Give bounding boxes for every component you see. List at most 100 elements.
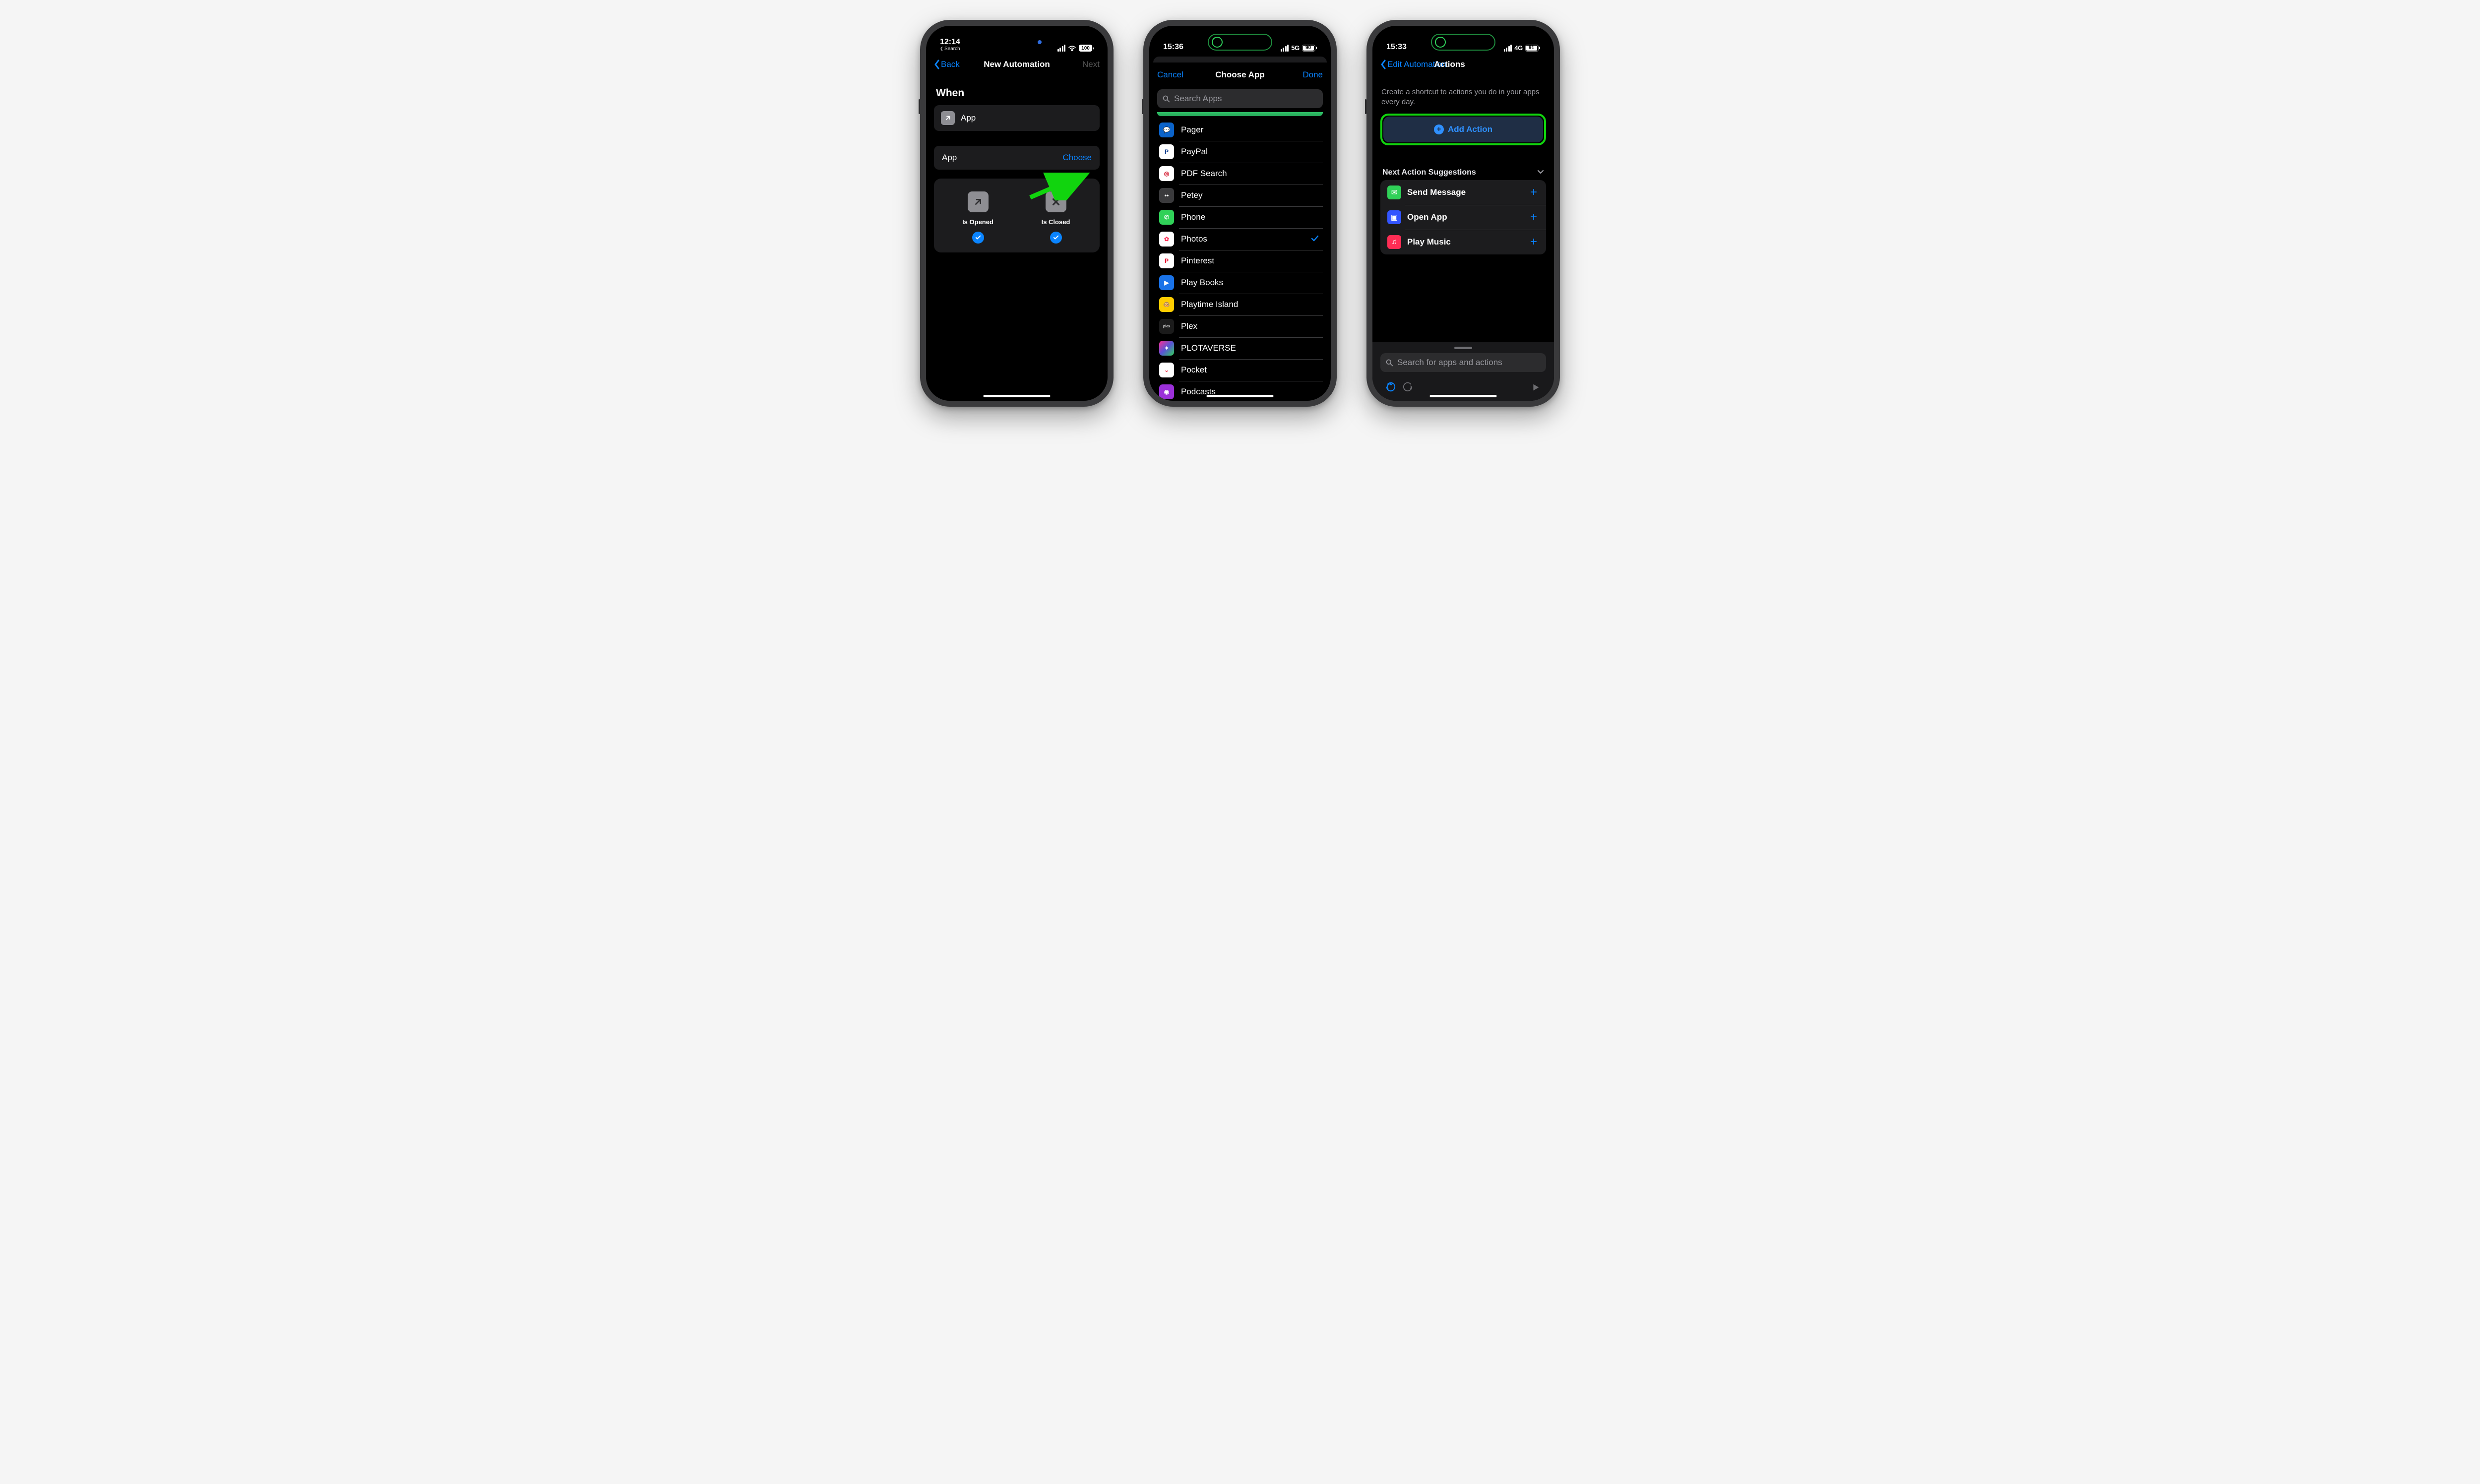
suggestion-row[interactable]: ♫ Play Music + [1380,230,1546,254]
app-trigger-cell[interactable]: App [934,105,1100,131]
chevron-down-icon [1537,168,1544,177]
row-label: App [942,153,957,163]
close-icon [1046,191,1066,212]
app-name: Photos [1181,234,1304,244]
app-row[interactable]: ✿ Photos [1157,228,1323,250]
cancel-button[interactable]: Cancel [1157,70,1205,80]
app-name: Pinterest [1181,256,1321,266]
app-name: PLOTAVERSE [1181,343,1321,353]
app-row[interactable]: 💬Pager [1157,119,1323,141]
open-close-options: Is Opened Is Closed [934,179,1100,252]
bottom-dock: Search for apps and actions [1372,342,1554,401]
app-row[interactable]: 🐵Playtime Island [1157,294,1323,315]
nav-bar: Edit Automation Actions [1372,53,1554,76]
phone-mockup-3: 15:33 4G 91 Edit Automation Actions Crea… [1366,20,1560,407]
app-row[interactable]: ▶Play Books [1157,272,1323,294]
suggestion-name: Open App [1407,212,1522,222]
when-header: When [936,87,1100,99]
app-name: Petey [1181,190,1321,200]
app-name: Pocket [1181,365,1321,375]
network-label: 4G [1514,44,1523,52]
app-list[interactable]: 💬Pager P PayPal ◎ PDF Search ••Petey✆Phone ✿ Ph… [1149,112,1331,401]
screen-choose-app: 15:36 5G 90 Cancel Choose App Done Searc… [1149,26,1331,401]
dynamic-island [1208,34,1272,51]
app-icon: 💬 [1159,123,1174,137]
search-icon [1385,359,1393,367]
nav-title: New Automation [984,60,1050,69]
checkmark-icon [1311,234,1319,245]
add-suggestion-button[interactable]: + [1528,235,1539,249]
suggestion-icon: ▣ [1387,210,1401,224]
app-row[interactable]: P PayPal [1157,141,1323,163]
app-row[interactable]: ⌄Pocket [1157,359,1323,381]
next-button[interactable]: Next [1052,60,1100,69]
suggestions-list: ✉Send Message+ ▣ Open App + ♫ Play Music + [1380,180,1546,254]
sheet-handle[interactable] [1454,347,1472,349]
open-arrow-icon [941,111,955,125]
app-row[interactable]: plexPlex [1157,315,1323,337]
home-indicator[interactable] [984,395,1051,397]
checkmark-icon [1050,232,1062,244]
search-icon [1162,95,1170,103]
phone-mockup-2: 15:36 5G 90 Cancel Choose App Done Searc… [1143,20,1337,407]
network-label: 5G [1291,44,1300,52]
app-row[interactable]: ••Petey [1157,185,1323,206]
dynamic-island [987,34,1047,51]
search-actions-input[interactable]: Search for apps and actions [1380,353,1546,372]
app-icon: ✿ [1159,232,1174,247]
screen-actions: 15:33 4G 91 Edit Automation Actions Crea… [1372,26,1554,401]
suggestion-row[interactable]: ✉Send Message+ [1380,180,1546,205]
app-name: Plex [1181,321,1321,331]
signal-icon [1057,45,1066,52]
add-action-button[interactable]: + Add Action [1383,117,1543,142]
app-name: Phone [1181,212,1321,222]
app-icon: P [1159,144,1174,159]
wifi-icon [1068,45,1076,52]
suggestion-row[interactable]: ▣ Open App + [1380,205,1546,230]
battery-icon: 90 [1302,45,1317,52]
suggestion-icon: ♫ [1387,235,1401,249]
app-row[interactable]: ✦ PLOTAVERSE [1157,337,1323,359]
add-suggestion-button[interactable]: + [1528,210,1539,224]
redo-button[interactable] [1399,379,1416,396]
suggestion-name: Play Music [1407,237,1522,247]
annotation-highlight: + Add Action [1380,114,1546,145]
choose-button[interactable]: Choose [1062,153,1092,163]
screen-new-automation: 12:14 Search 100 Back New Automation Nex [926,26,1108,401]
app-name: PayPal [1181,147,1321,157]
signal-icon [1281,45,1289,52]
app-row[interactable]: ✆Phone [1157,206,1323,228]
home-indicator[interactable] [1430,395,1497,397]
nav-title: Choose App [1215,70,1264,80]
status-time: 15:36 [1163,43,1183,52]
nav-bar: Back New Automation Next [926,53,1108,76]
add-suggestion-button[interactable]: + [1528,186,1539,199]
home-indicator[interactable] [1207,395,1274,397]
app-row[interactable]: ◉Podcasts [1157,381,1323,401]
app-row[interactable]: PPinterest [1157,250,1323,272]
battery-icon: 91 [1525,45,1540,52]
status-breadcrumb[interactable]: Search [940,46,960,52]
search-apps-input[interactable]: Search Apps [1157,89,1323,108]
app-icon: ◉ [1159,384,1174,399]
intro-text: Create a shortcut to actions you do in y… [1381,87,1545,108]
play-button[interactable] [1527,379,1544,396]
status-time: 12:14 [940,38,960,47]
checkmark-icon [972,232,984,244]
suggestions-header[interactable]: Next Action Suggestions [1382,168,1544,177]
option-is-closed[interactable]: Is Closed [1020,191,1091,244]
nav-title: Actions [1434,60,1465,69]
done-button[interactable]: Done [1275,70,1323,80]
plus-circle-icon: + [1434,124,1444,134]
app-row[interactable]: ◎ PDF Search [1157,163,1323,185]
app-name: PDF Search [1181,169,1321,179]
app-icon: ◎ [1159,166,1174,181]
option-is-opened[interactable]: Is Opened [942,191,1013,244]
app-icon: ✦ [1159,341,1174,356]
undo-button[interactable] [1382,379,1399,396]
back-button[interactable]: Back [934,60,982,69]
app-choose-row[interactable]: App Choose [934,146,1100,170]
dynamic-island [1431,34,1495,51]
app-icon: 🐵 [1159,297,1174,312]
status-time: 15:33 [1386,43,1407,52]
